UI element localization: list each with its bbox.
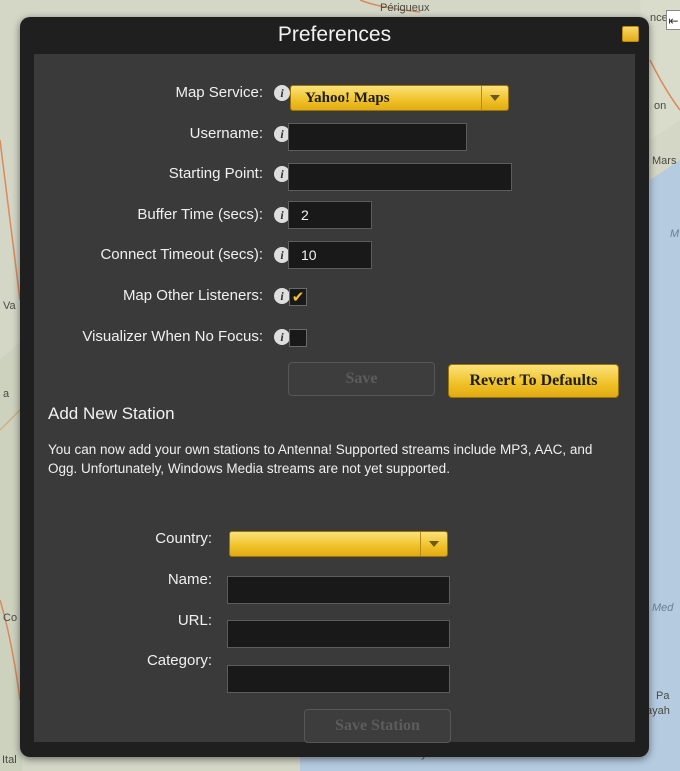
station-url-label: URL: <box>177 612 212 629</box>
country-dropdown[interactable] <box>229 531 448 557</box>
map-label-m: M <box>670 228 680 240</box>
map-label-ital: Ital <box>2 754 17 766</box>
map-label-co: Co <box>3 612 18 624</box>
window-zoom-button[interactable] <box>622 26 639 42</box>
window-titlebar[interactable]: Preferences <box>20 17 649 53</box>
map-label-pa: Pa <box>656 690 670 702</box>
map-other-listeners-label: Map Other Listeners: <box>122 287 263 304</box>
save-station-button[interactable]: Save Station <box>304 709 451 743</box>
revert-to-defaults-button[interactable]: Revert To Defaults <box>448 364 619 398</box>
visualizer-no-focus-checkbox[interactable] <box>289 329 307 347</box>
add-station-description: You can now add your own stations to Ant… <box>48 442 593 476</box>
starting-point-label: Starting Point: <box>168 165 263 182</box>
map-other-listeners-checkbox[interactable]: ✔ <box>289 288 307 306</box>
map-label-ayah: ayah <box>646 705 670 717</box>
save-button[interactable]: Save <box>288 362 435 396</box>
map-other-listeners-info-icon[interactable]: i <box>274 288 290 304</box>
username-input[interactable] <box>288 123 467 151</box>
station-name-label: Name: <box>167 571 212 588</box>
map-label-va: Va <box>3 300 16 312</box>
station-name-input[interactable] <box>227 576 450 604</box>
window-title: Preferences <box>277 23 392 46</box>
add-station-heading: Add New Station <box>48 404 175 423</box>
preferences-window: Preferences Map Service: i Yahoo! Maps U… <box>20 17 649 757</box>
station-category-input[interactable] <box>227 665 450 693</box>
buffer-time-label: Buffer Time (secs): <box>137 206 263 223</box>
map-service-info-icon[interactable]: i <box>274 85 290 101</box>
country-label: Country: <box>155 530 212 547</box>
chevron-down-icon <box>420 532 447 556</box>
station-url-input[interactable] <box>227 620 450 648</box>
buffer-time-input[interactable]: 2 <box>288 201 372 229</box>
connect-timeout-label: Connect Timeout (secs): <box>100 246 263 263</box>
username-label: Username: <box>189 125 263 142</box>
visualizer-no-focus-label: Visualizer When No Focus: <box>82 328 263 345</box>
starting-point-input[interactable] <box>288 163 512 191</box>
map-label-perigueux: Périgueux <box>380 2 430 14</box>
map-label-med: Med <box>652 602 674 614</box>
map-label-on: on <box>654 100 667 112</box>
preferences-panel: Map Service: i Yahoo! Maps Username: i S… <box>34 54 635 743</box>
map-service-dropdown[interactable]: Yahoo! Maps <box>290 85 509 111</box>
connect-timeout-input[interactable]: 10 <box>288 241 372 269</box>
map-label-marseille: Mars <box>652 155 677 167</box>
visualizer-no-focus-info-icon[interactable]: i <box>274 329 290 345</box>
map-service-label: Map Service: <box>175 84 263 101</box>
station-category-label: Category: <box>146 652 212 669</box>
map-collapse-button[interactable]: ⇤ <box>666 10 680 30</box>
chevron-down-icon <box>481 86 508 110</box>
map-label-a: a <box>3 388 10 400</box>
map-service-value: Yahoo! Maps <box>305 90 390 106</box>
